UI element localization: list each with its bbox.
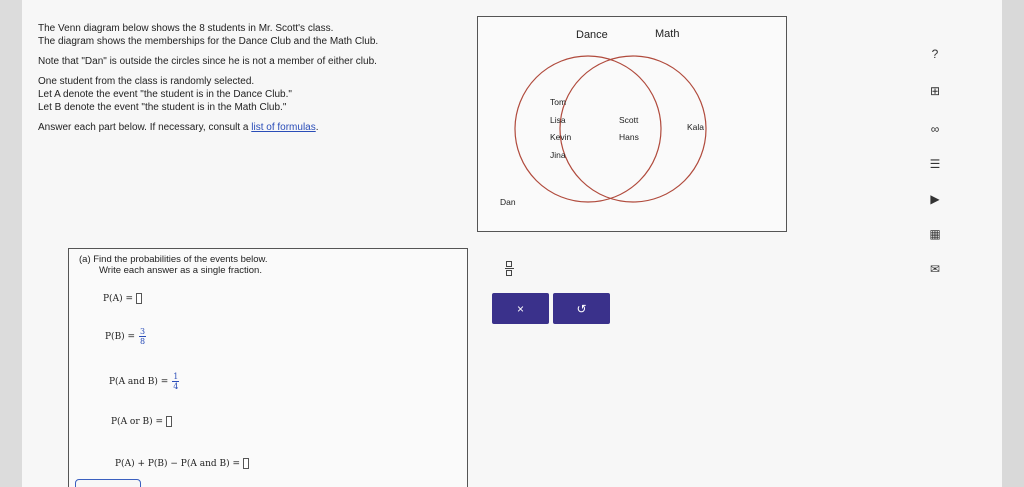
pb-numerator: 3 <box>140 327 146 336</box>
pb-label: P(B) = <box>105 331 136 342</box>
sum-label: P(A) + P(B) − P(A and B) = <box>115 458 241 469</box>
part-a-line-1: (a) Find the probabilities of the events… <box>79 254 268 265</box>
dance-circle <box>514 55 662 203</box>
notes-icon[interactable]: ☰ <box>926 155 944 173</box>
part-a-line-2: Write each answer as a single fraction. <box>99 265 262 276</box>
venn-name-hans: Hans <box>619 132 639 142</box>
calculator-icon[interactable]: ▦ <box>926 225 944 243</box>
dance-label: Dance <box>576 29 608 41</box>
problem-line-4: One student from the class is randomly s… <box>38 76 255 87</box>
row-pb: P(B) = 3 8 <box>105 327 147 346</box>
problem-line-7-suffix: . <box>315 122 319 133</box>
part-a-instructions: (a) Find the probabilities of the events… <box>79 254 268 276</box>
right-edge <box>1002 0 1024 487</box>
pb-denominator: 8 <box>140 337 146 346</box>
venn-name-kevin: Kevin <box>550 132 572 142</box>
paorb-label: P(A or B) = <box>111 416 164 427</box>
venn-name-scott: Scott <box>619 115 639 125</box>
infinity-icon[interactable]: ∞ <box>926 120 944 138</box>
problem-statement: The Venn diagram below shows the 8 stude… <box>38 22 458 134</box>
venn-circles <box>514 55 707 203</box>
problem-line-2: The diagram shows the memberships for th… <box>38 36 379 47</box>
paorb-input[interactable] <box>166 416 173 427</box>
venn-name-tom: Tom <box>550 97 567 107</box>
left-edge <box>0 0 22 487</box>
venn-name-jina: Jina <box>550 150 566 160</box>
undo-button[interactable]: ↺ <box>553 293 610 324</box>
ebook-icon[interactable]: ⊞ <box>926 82 944 100</box>
pab-label: P(A and B) = <box>109 376 169 387</box>
bottom-tab[interactable] <box>75 479 141 487</box>
formulas-link[interactable]: list of formulas <box>251 122 315 133</box>
problem-line-1: The Venn diagram below shows the 8 stude… <box>38 23 334 34</box>
venn-name-lisa: Lisa <box>550 115 566 125</box>
help-icon[interactable]: ? <box>926 45 944 63</box>
pa-input[interactable] <box>135 293 142 304</box>
video-icon[interactable]: ▶ <box>926 190 944 208</box>
row-pab: P(A and B) = 1 4 <box>109 372 180 391</box>
venn-name-dan: Dan <box>500 197 516 207</box>
problem-line-5: Let A denote the event "the student is i… <box>38 89 292 100</box>
pb-answer[interactable]: 3 8 <box>139 327 147 346</box>
problem-line-6: Let B denote the event "the student is i… <box>38 102 287 113</box>
row-paorb: P(A or B) = <box>111 416 173 427</box>
fraction-tool-icon[interactable] <box>500 255 518 281</box>
row-sum: P(A) + P(B) − P(A and B) = <box>115 458 250 469</box>
pa-label: P(A) = <box>103 293 133 304</box>
part-a-panel: (a) Find the probabilities of the events… <box>68 248 468 487</box>
problem-line-7-prefix: Answer each part below. If necessary, co… <box>38 122 252 133</box>
venn-diagram: Dance Math Tom Lisa Kevin Jina Scott Han… <box>477 16 787 232</box>
mail-icon[interactable]: ✉ <box>926 260 944 278</box>
math-label: Math <box>655 28 680 40</box>
sum-input[interactable] <box>243 458 250 469</box>
math-circle <box>559 55 707 203</box>
problem-line-7: Answer each part below. If necessary, co… <box>38 121 458 134</box>
clear-button[interactable]: × <box>492 293 549 324</box>
row-pa: P(A) = <box>103 293 142 304</box>
pab-denominator: 4 <box>173 382 179 391</box>
venn-name-kala: Kala <box>687 122 705 132</box>
problem-line-3: Note that "Dan" is outside the circles s… <box>38 56 377 67</box>
pab-answer[interactable]: 1 4 <box>172 372 180 391</box>
pab-numerator: 1 <box>173 372 179 381</box>
